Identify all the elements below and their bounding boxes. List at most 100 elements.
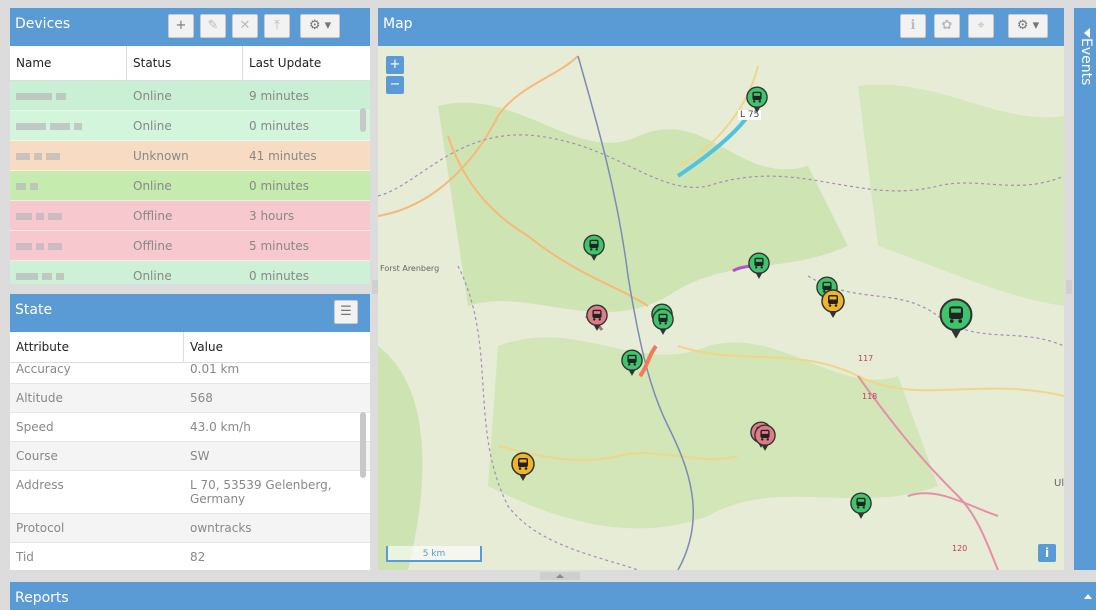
state-title: State bbox=[15, 302, 53, 318]
map-canvas[interactable]: + − Forst Arenberg 117 118 120 L 75 Ul 5… bbox=[378, 46, 1064, 570]
device-name bbox=[10, 81, 127, 110]
reports-panel[interactable]: Reports bbox=[10, 582, 1096, 610]
device-row[interactable]: Offline 3 hours bbox=[10, 201, 370, 231]
gear-icon: ⚙ ▾ bbox=[308, 18, 332, 33]
state-attribute: Course bbox=[16, 449, 58, 463]
device-name bbox=[10, 261, 127, 284]
column-status[interactable]: Status bbox=[127, 46, 243, 80]
crosshair-icon: ⌖ bbox=[977, 18, 985, 33]
device-row[interactable]: Online 0 minutes bbox=[10, 261, 370, 284]
device-marker[interactable] bbox=[511, 452, 535, 485]
state-attribute: Altitude bbox=[16, 391, 63, 405]
state-row: Course SW bbox=[10, 442, 370, 471]
device-row[interactable]: Online 0 minutes bbox=[10, 171, 370, 201]
device-name bbox=[10, 171, 127, 200]
device-marker[interactable] bbox=[652, 308, 674, 339]
upload-button[interactable]: ⤒ bbox=[264, 14, 290, 38]
device-status: Offline bbox=[133, 209, 173, 223]
device-marker[interactable] bbox=[746, 86, 768, 117]
map-attribution-button[interactable]: i bbox=[1038, 544, 1056, 562]
state-value: owntracks bbox=[190, 521, 252, 535]
map-follow-button[interactable]: ✿ bbox=[934, 14, 960, 38]
pencil-icon: ✎ bbox=[207, 18, 219, 33]
device-last-update: 5 minutes bbox=[249, 239, 310, 253]
state-value: L 70, 53539 Gelenberg, Germany bbox=[190, 478, 332, 506]
device-marker[interactable] bbox=[821, 289, 845, 322]
column-last-update[interactable]: Last Update bbox=[243, 46, 370, 80]
device-row[interactable]: Unknown 41 minutes bbox=[10, 141, 370, 171]
devices-panel-header: Devices + ✎ ✕ ⤒ ⚙ ▾ bbox=[10, 8, 370, 46]
state-scrollbar[interactable] bbox=[360, 412, 366, 478]
paw-icon: ✿ bbox=[941, 18, 953, 33]
events-title: Events bbox=[1078, 38, 1094, 86]
device-name bbox=[10, 231, 127, 260]
column-name[interactable]: Name bbox=[10, 46, 127, 80]
zoom-in-button[interactable]: + bbox=[386, 56, 404, 74]
device-last-update: 0 minutes bbox=[249, 269, 310, 283]
device-marker[interactable] bbox=[583, 234, 605, 265]
device-status: Online bbox=[133, 89, 172, 103]
state-attribute: Speed bbox=[16, 420, 54, 434]
device-status: Unknown bbox=[133, 149, 189, 163]
map-title: Map bbox=[383, 16, 413, 32]
device-status: Online bbox=[133, 119, 172, 133]
state-value: 568 bbox=[190, 391, 213, 405]
device-marker[interactable] bbox=[850, 492, 872, 523]
plus-icon: + bbox=[175, 18, 187, 33]
state-row: Speed 43.0 km/h bbox=[10, 413, 370, 442]
devices-scrollbar[interactable] bbox=[360, 108, 366, 132]
list-icon: ☰ bbox=[340, 304, 352, 319]
forest-label: Forst Arenberg bbox=[380, 264, 440, 273]
state-row: Accuracy 0.01 km bbox=[10, 355, 370, 384]
zoom-out-button[interactable]: − bbox=[386, 76, 404, 94]
device-status: Online bbox=[133, 179, 172, 193]
map-splitter[interactable] bbox=[1066, 280, 1072, 294]
collapse-arrow-icon bbox=[1084, 28, 1090, 38]
close-icon: ✕ bbox=[239, 18, 251, 33]
device-last-update: 9 minutes bbox=[249, 89, 310, 103]
device-row[interactable]: Online 9 minutes bbox=[10, 81, 370, 111]
reports-splitter[interactable] bbox=[540, 572, 580, 580]
state-panel-header: State ☰ bbox=[10, 294, 370, 332]
device-marker[interactable] bbox=[748, 252, 770, 283]
upload-icon: ⤒ bbox=[274, 18, 280, 33]
devices-settings-button[interactable]: ⚙ ▾ bbox=[300, 14, 340, 38]
remove-device-button[interactable]: ✕ bbox=[232, 14, 258, 38]
gear-icon: ⚙ ▾ bbox=[1016, 18, 1040, 33]
state-row: Address L 70, 53539 Gelenberg, Germany bbox=[10, 471, 370, 514]
device-marker[interactable] bbox=[586, 304, 608, 335]
expand-arrow-icon bbox=[1084, 594, 1092, 599]
add-device-button[interactable]: + bbox=[168, 14, 194, 38]
device-name bbox=[10, 201, 127, 230]
device-marker[interactable] bbox=[938, 298, 974, 343]
device-status: Offline bbox=[133, 239, 173, 253]
state-attribute: Address bbox=[16, 478, 64, 492]
town-label-ul: Ul bbox=[1054, 478, 1064, 489]
map-settings-button[interactable]: ⚙ ▾ bbox=[1008, 14, 1048, 38]
device-last-update: 0 minutes bbox=[249, 119, 310, 133]
device-name bbox=[10, 141, 127, 170]
state-value: 43.0 km/h bbox=[190, 420, 251, 434]
device-row[interactable]: Offline 5 minutes bbox=[10, 231, 370, 261]
device-last-update: 0 minutes bbox=[249, 179, 310, 193]
devices-table: Name Status Last Update Online 9 minutes O… bbox=[10, 46, 370, 284]
state-value: SW bbox=[190, 449, 210, 463]
device-name bbox=[10, 111, 127, 140]
device-marker[interactable] bbox=[754, 424, 776, 455]
road-label-117: 117 bbox=[858, 354, 874, 363]
state-value: 82 bbox=[190, 550, 206, 564]
state-table: Attribute Value Accuracy 0.01 km Altitude 5… bbox=[10, 332, 370, 570]
map-locate-button[interactable]: ⌖ bbox=[968, 14, 994, 38]
map-scale: 5 km bbox=[386, 546, 482, 562]
devices-table-header: Name Status Last Update bbox=[10, 46, 370, 81]
device-marker[interactable] bbox=[621, 349, 643, 380]
state-menu-button[interactable]: ☰ bbox=[334, 300, 358, 324]
state-attribute: Protocol bbox=[16, 521, 65, 535]
device-row[interactable]: Online 0 minutes bbox=[10, 111, 370, 141]
map-info-button[interactable]: ℹ bbox=[900, 14, 926, 38]
state-row: Protocol owntracks bbox=[10, 514, 370, 543]
state-row: Altitude 568 bbox=[10, 384, 370, 413]
events-panel[interactable]: Events bbox=[1074, 8, 1096, 570]
edit-device-button[interactable]: ✎ bbox=[200, 14, 226, 38]
state-attribute: Tid bbox=[16, 550, 34, 564]
